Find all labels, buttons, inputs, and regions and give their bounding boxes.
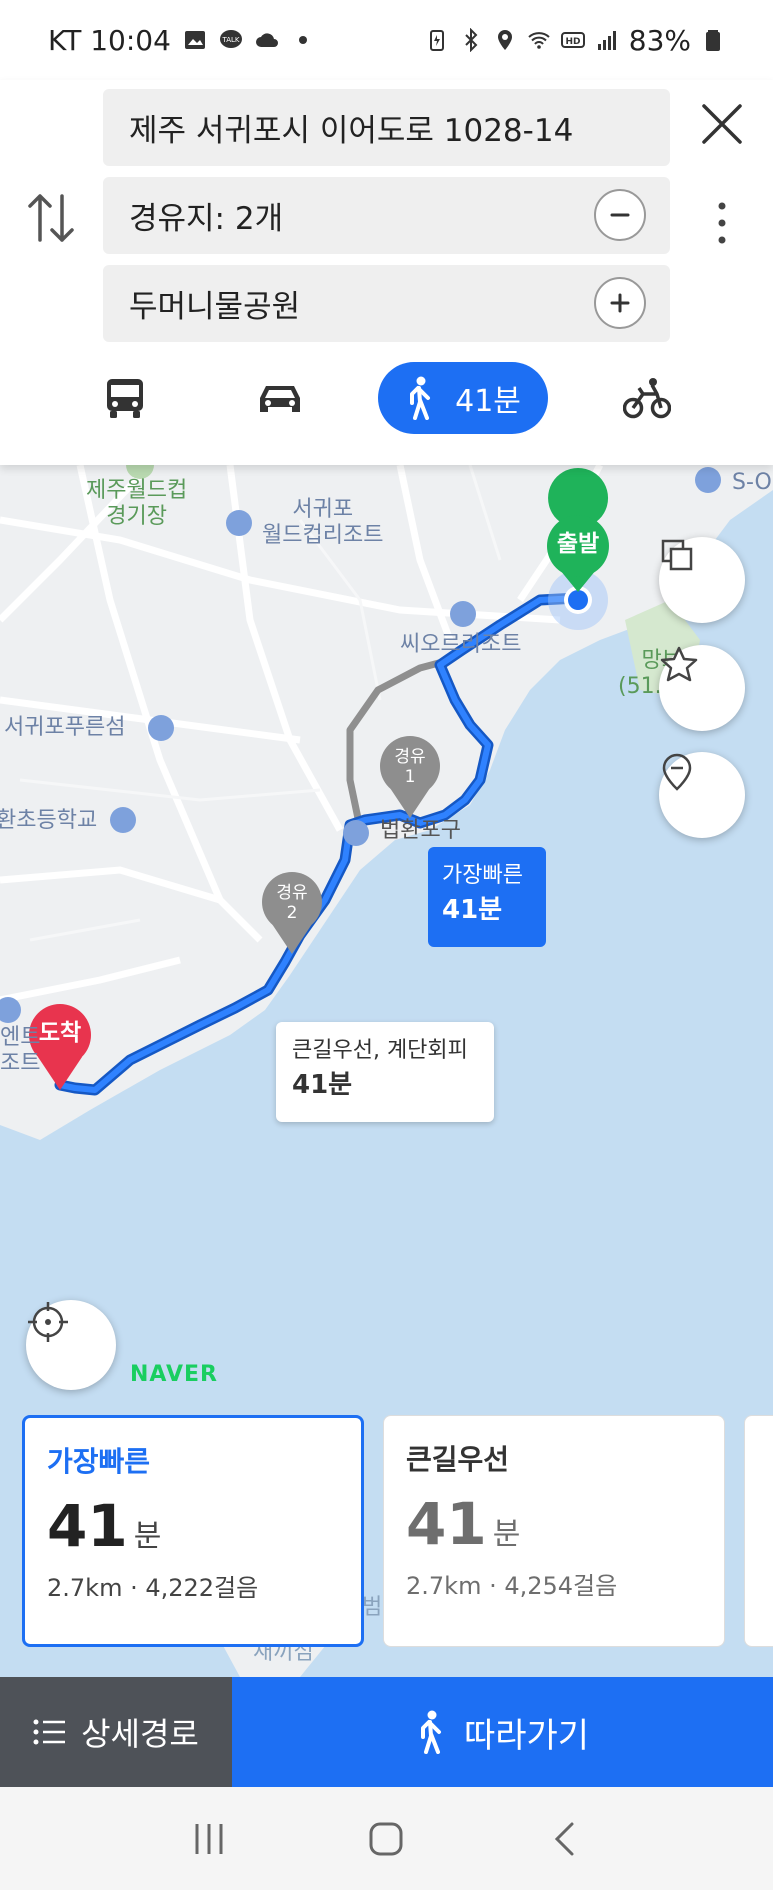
hd-icon: HD: [560, 32, 585, 48]
waypoint-1-marker[interactable]: 경유 1: [380, 747, 440, 788]
detail-route-button[interactable]: 상세경로: [0, 1677, 232, 1787]
route-card-fastest[interactable]: 가장빠른 41 분 2.7km · 4,222걸음: [22, 1415, 364, 1647]
route-card-info: 2.7km · 4,222걸음: [47, 1574, 259, 1602]
gallery-icon: [184, 31, 205, 49]
label-resort1: 서귀포 월드컵리조트: [262, 497, 384, 549]
naver-logo: NAVER: [130, 1362, 218, 1387]
mode-walk[interactable]: 41분: [378, 362, 548, 434]
list-icon: [33, 1719, 66, 1745]
route-card-info: 2.7km · 4,254걸음: [406, 1572, 618, 1600]
label-islet-2: 범: [362, 1595, 383, 1620]
follow-route-button[interactable]: 따라가기: [232, 1677, 773, 1787]
label-port: 법환포구: [380, 818, 461, 843]
mode-car[interactable]: [255, 362, 305, 434]
talk-icon: TALK: [219, 30, 242, 48]
destination-text: 두머니물공원: [129, 289, 301, 325]
waypoint-2-marker[interactable]: 경유 2: [262, 883, 322, 924]
route-card-time: 41: [406, 1490, 487, 1558]
swap-icon[interactable]: [26, 188, 76, 248]
home-icon: [369, 1822, 403, 1855]
origin-field[interactable]: 제주 서귀포시 이어도로 1028-14: [103, 89, 670, 166]
walk-icon: [410, 376, 431, 420]
plus-icon: [610, 293, 630, 313]
bottom-action-bar: 상세경로 따라가기: [0, 1677, 773, 1787]
screen: KT 10:04 TALK HD 83% 제주 서귀포시 이어도로 1028-1…: [0, 0, 773, 1890]
wifi-icon: [528, 32, 550, 49]
back-button[interactable]: [539, 1814, 589, 1864]
add-waypoint-button[interactable]: [594, 277, 646, 329]
end-marker[interactable]: 도착: [30, 1020, 90, 1048]
waypoints-field[interactable]: 경유지: 2개: [103, 177, 670, 254]
walk-icon: [420, 1710, 441, 1754]
label-s-oil: S-O: [732, 470, 772, 495]
bicycle-icon: [623, 378, 671, 419]
minus-icon: [610, 213, 630, 217]
star-icon: [660, 646, 698, 682]
route-card-unit: 분: [133, 1519, 162, 1554]
layers-icon: [661, 539, 693, 571]
route-card-title: 큰길우선: [406, 1443, 510, 1476]
route-card-time: 41: [47, 1492, 128, 1560]
bus-icon: [107, 379, 143, 418]
bluetooth-icon: [465, 28, 478, 52]
my-location-button[interactable]: [26, 1300, 116, 1390]
start-marker[interactable]: 출발: [548, 531, 608, 559]
close-icon[interactable]: [700, 102, 744, 146]
alt-route-tag[interactable]: 큰길우선, 계단회피 41분: [276, 1022, 494, 1122]
route-card-title: 가장빠른: [47, 1445, 151, 1478]
system-nav-bar: [0, 1787, 773, 1890]
label-stadium: 제주월드컵 경기장: [86, 478, 188, 530]
destination-field[interactable]: 두머니물공원: [103, 265, 670, 342]
route-card-main-road[interactable]: 큰길우선 41 분 2.7km · 4,254걸음: [383, 1415, 725, 1647]
location-icon: [497, 30, 512, 50]
car-icon: [260, 386, 300, 412]
favorite-button[interactable]: [659, 645, 745, 731]
map-view[interactable]: 제주월드컵 경기장 서귀포 월드컵리조트 씨오르리조트 서귀포푸른섬 환초등학교…: [0, 465, 773, 1677]
label-island: 서귀포푸른섬: [4, 715, 126, 740]
layers-button[interactable]: [659, 537, 745, 623]
route-card-unit: 분: [492, 1517, 521, 1552]
mode-bike[interactable]: [622, 362, 672, 434]
route-card-partial[interactable]: [744, 1415, 773, 1647]
label-resort2: 씨오르리조트: [400, 632, 522, 657]
remove-waypoint-button[interactable]: [594, 189, 646, 241]
origin-text: 제주 서귀포시 이어도로 1028-14: [129, 113, 574, 149]
cloud-icon: [255, 33, 278, 47]
crosshair-icon: [28, 1302, 68, 1342]
signal-icon: [597, 31, 616, 50]
battery-percent: 83%: [628, 23, 691, 57]
battery-saver-icon: [429, 30, 444, 51]
recent-apps-button[interactable]: [184, 1814, 234, 1864]
carrier-time: KT 10:04: [48, 23, 171, 57]
detail-route-label: 상세경로: [81, 1715, 199, 1753]
svg-text:HD: HD: [565, 37, 580, 47]
dot-icon: [298, 36, 307, 44]
fastest-route-tag[interactable]: 가장빠른 41분: [428, 847, 546, 947]
follow-route-label: 따라가기: [463, 1715, 590, 1756]
more-vert-icon[interactable]: [712, 198, 732, 248]
transport-modes: 41분: [0, 362, 773, 442]
svg-text:TALK: TALK: [221, 36, 239, 44]
pin-button[interactable]: [659, 752, 745, 838]
waypoints-text: 경유지: 2개: [129, 201, 284, 237]
walk-time: 41분: [455, 384, 521, 419]
mode-transit[interactable]: [100, 362, 150, 434]
status-bar: KT 10:04 TALK HD 83%: [0, 0, 773, 80]
recent-apps-icon: [195, 1823, 223, 1854]
label-school: 환초등학교: [0, 808, 98, 833]
pin-icon: [662, 753, 692, 791]
route-header: 제주 서귀포시 이어도로 1028-14 경유지: 2개 두머니물공원 41분: [0, 80, 773, 465]
home-button[interactable]: [361, 1814, 411, 1864]
back-icon: [555, 1822, 574, 1855]
battery-icon: [706, 30, 720, 51]
